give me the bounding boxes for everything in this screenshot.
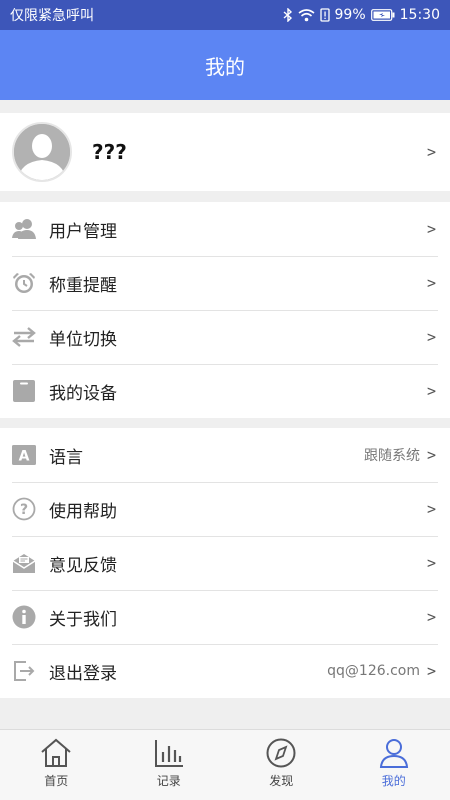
tab-label: 发现 bbox=[269, 774, 294, 788]
info-icon bbox=[11, 604, 37, 630]
device-icon bbox=[11, 378, 37, 404]
tab-discover[interactable]: 发现 bbox=[225, 730, 338, 800]
feedback-mail-icon bbox=[11, 550, 37, 576]
swap-arrows-icon bbox=[11, 324, 37, 350]
compass-icon bbox=[265, 738, 297, 772]
app-bar: 我的 bbox=[0, 30, 450, 100]
chevron-right-icon: > bbox=[426, 143, 436, 161]
menu-item-unit-switch[interactable]: 单位切换 > bbox=[0, 310, 450, 364]
status-indicators: 99% 15:30 bbox=[283, 7, 440, 23]
menu-item-help[interactable]: ? 使用帮助 > bbox=[0, 482, 450, 536]
chevron-right-icon: > bbox=[426, 608, 436, 626]
battery-icon bbox=[370, 9, 395, 21]
clock-time: 15:30 bbox=[399, 7, 440, 23]
language-icon: A bbox=[11, 442, 37, 468]
svg-text:?: ? bbox=[20, 502, 28, 518]
chevron-right-icon: > bbox=[426, 662, 436, 680]
menu-label: 称重提醒 bbox=[49, 275, 117, 296]
bluetooth-icon bbox=[283, 8, 293, 22]
account-email: qq@126.com bbox=[327, 663, 420, 679]
settings-group-1: 用户管理 > 称重提醒 > 单位切换 > 我的设备 > bbox=[0, 202, 450, 418]
language-value: 跟随系统 bbox=[364, 448, 420, 464]
menu-item-weigh-reminder[interactable]: 称重提醒 > bbox=[0, 256, 450, 310]
chevron-right-icon: > bbox=[426, 220, 436, 238]
menu-item-language[interactable]: A 语言 跟随系统 > bbox=[0, 428, 450, 482]
menu-label: 意见反馈 bbox=[49, 555, 117, 576]
menu-item-user-management[interactable]: 用户管理 > bbox=[0, 202, 450, 256]
menu-label: 使用帮助 bbox=[49, 501, 117, 522]
help-icon: ? bbox=[11, 496, 37, 522]
menu-item-logout[interactable]: 退出登录 qq@126.com > bbox=[0, 644, 450, 698]
chevron-right-icon: > bbox=[426, 328, 436, 346]
svg-text:A: A bbox=[19, 449, 30, 465]
profile-name: ??? bbox=[92, 140, 127, 164]
settings-group-2: A 语言 跟随系统 > ? 使用帮助 > 意见反馈 > 关于我们 > 退出登录 … bbox=[0, 428, 450, 698]
bottom-tab-bar: 首页 记录 发现 我的 bbox=[0, 729, 450, 800]
menu-label: 我的设备 bbox=[49, 383, 117, 404]
chevron-right-icon: > bbox=[426, 554, 436, 572]
chevron-right-icon: > bbox=[426, 446, 436, 464]
avatar bbox=[12, 122, 72, 182]
person-icon bbox=[378, 738, 410, 772]
chart-icon bbox=[153, 738, 185, 772]
battery-percent: 99% bbox=[334, 7, 366, 23]
tab-label: 首页 bbox=[44, 774, 69, 788]
sim-alert-icon bbox=[319, 8, 330, 22]
wifi-icon bbox=[298, 8, 315, 22]
chevron-right-icon: > bbox=[426, 274, 436, 292]
chevron-right-icon: > bbox=[426, 500, 436, 518]
menu-item-feedback[interactable]: 意见反馈 > bbox=[0, 536, 450, 590]
users-icon bbox=[11, 216, 37, 242]
avatar-silhouette-icon bbox=[14, 124, 70, 180]
menu-label: 关于我们 bbox=[49, 609, 117, 630]
carrier-text: 仅限紧急呼叫 bbox=[10, 8, 94, 24]
menu-label: 退出登录 bbox=[49, 663, 117, 684]
page-title: 我的 bbox=[205, 54, 245, 79]
tab-label: 我的 bbox=[381, 774, 406, 788]
profile-row[interactable]: ??? > bbox=[0, 113, 450, 191]
menu-item-about-us[interactable]: 关于我们 > bbox=[0, 590, 450, 644]
menu-label: 单位切换 bbox=[49, 329, 117, 350]
status-bar: 仅限紧急呼叫 99% 15:30 bbox=[0, 0, 450, 30]
menu-item-my-devices[interactable]: 我的设备 > bbox=[0, 364, 450, 418]
tab-home[interactable]: 首页 bbox=[0, 730, 113, 800]
tab-records[interactable]: 记录 bbox=[113, 730, 226, 800]
menu-label: 用户管理 bbox=[49, 221, 117, 242]
menu-label: 语言 bbox=[49, 447, 83, 468]
logout-icon bbox=[11, 658, 37, 684]
alarm-clock-icon bbox=[11, 270, 37, 296]
tab-label: 记录 bbox=[156, 774, 181, 788]
chevron-right-icon: > bbox=[426, 382, 436, 400]
tab-mine[interactable]: 我的 bbox=[338, 730, 450, 800]
home-icon bbox=[40, 738, 72, 772]
